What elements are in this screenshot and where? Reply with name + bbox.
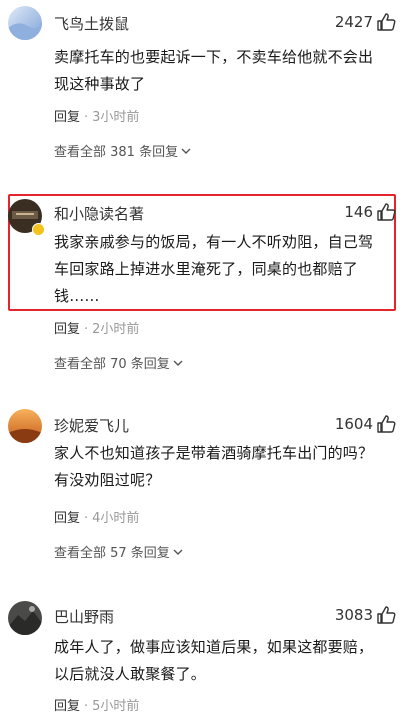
like-button[interactable]: 3083 xyxy=(335,606,396,624)
verified-badge xyxy=(32,223,45,236)
avatar[interactable] xyxy=(8,601,42,635)
like-count: 146 xyxy=(344,203,373,221)
chevron-down-icon xyxy=(181,148,191,154)
separator-dot: · xyxy=(84,110,89,125)
like-button[interactable]: 1604 xyxy=(335,415,396,433)
comment-author[interactable]: 飞鸟土拨鼠 xyxy=(54,13,129,34)
timestamp: 5小时前 xyxy=(92,699,140,714)
comment-text-line: 成年人了，做事应该知道后果，如果这都要赔， xyxy=(54,638,374,656)
separator-dot: · xyxy=(84,511,89,526)
comment-text: 我家亲戚参与的饭局，有一人不听劝阻，自己驾 车回家路上掉进水里淹死了，同桌的也都… xyxy=(54,229,398,310)
comment-text-line: 家人不也知道孩子是带着酒骑摩托车出门的吗？ xyxy=(54,444,374,462)
thumbs-up-icon xyxy=(377,606,396,624)
reply-button[interactable]: 回复 xyxy=(54,511,80,526)
avatar[interactable] xyxy=(8,409,42,443)
comment-meta: 回复 · 2小时前 xyxy=(54,318,139,337)
comment-text-line: 卖摩托车的也要起诉一下，不卖车给他就不会出 xyxy=(54,48,374,66)
view-replies-link[interactable]: 查看全部 57 条回复 xyxy=(54,542,184,561)
avatar-image xyxy=(8,601,42,635)
view-replies-link[interactable]: 查看全部 381 条回复 xyxy=(54,141,192,160)
view-replies-label: 查看全部 57 条回复 xyxy=(54,546,170,561)
timestamp: 2小时前 xyxy=(92,322,140,337)
comment-text-line: 现这种事故了 xyxy=(54,75,146,93)
comment-text-line: 以后就没人敢聚餐了。 xyxy=(54,665,207,683)
chevron-down-icon xyxy=(173,360,183,366)
avatar-image xyxy=(8,6,42,40)
comment-meta: 回复 · 5小时前 xyxy=(54,695,139,714)
comment-author[interactable]: 巴山野雨 xyxy=(54,606,114,627)
view-replies-link[interactable]: 查看全部 70 条回复 xyxy=(54,353,184,372)
comment-text-line: 有没劝阻过呢？ xyxy=(54,471,161,489)
comment-author[interactable]: 和小隐读名著 xyxy=(54,203,144,224)
chevron-down-icon xyxy=(173,549,183,555)
separator-dot: · xyxy=(84,322,89,337)
like-count: 1604 xyxy=(334,415,373,433)
like-button[interactable]: 146 xyxy=(344,203,396,221)
reply-button[interactable]: 回复 xyxy=(54,110,80,125)
timestamp: 4小时前 xyxy=(92,511,140,526)
comment-meta: 回复 · 4小时前 xyxy=(54,507,139,526)
thumbs-up-icon xyxy=(377,203,396,221)
view-replies-label: 查看全部 70 条回复 xyxy=(54,357,170,372)
comment-text-line: 车回家路上掉进水里淹死了，同桌的也都赔了 xyxy=(54,260,359,278)
like-count: 2427 xyxy=(334,13,373,31)
thumbs-up-icon xyxy=(377,13,396,31)
comment-text: 家人不也知道孩子是带着酒骑摩托车出门的吗？ 有没劝阻过呢？ xyxy=(54,440,398,494)
reply-button[interactable]: 回复 xyxy=(54,699,80,714)
thumbs-up-icon xyxy=(377,415,396,433)
timestamp: 3小时前 xyxy=(92,110,140,125)
separator-dot: · xyxy=(84,699,89,714)
comment-author[interactable]: 珍妮爱飞儿 xyxy=(54,415,129,436)
view-replies-label: 查看全部 381 条回复 xyxy=(54,145,179,160)
avatar[interactable] xyxy=(8,6,42,40)
reply-button[interactable]: 回复 xyxy=(54,322,80,337)
avatar-image xyxy=(8,409,42,443)
like-button[interactable]: 2427 xyxy=(335,13,396,31)
like-count: 3083 xyxy=(334,606,373,624)
comment-meta: 回复 · 3小时前 xyxy=(54,106,139,125)
comment-text: 成年人了，做事应该知道后果，如果这都要赔， 以后就没人敢聚餐了。 xyxy=(54,634,398,688)
comment-text: 卖摩托车的也要起诉一下，不卖车给他就不会出 现这种事故了 xyxy=(54,44,398,98)
comment-text-line: 我家亲戚参与的饭局，有一人不听劝阻，自己驾 xyxy=(54,233,374,251)
comment-text-line: 钱…… xyxy=(54,287,100,305)
